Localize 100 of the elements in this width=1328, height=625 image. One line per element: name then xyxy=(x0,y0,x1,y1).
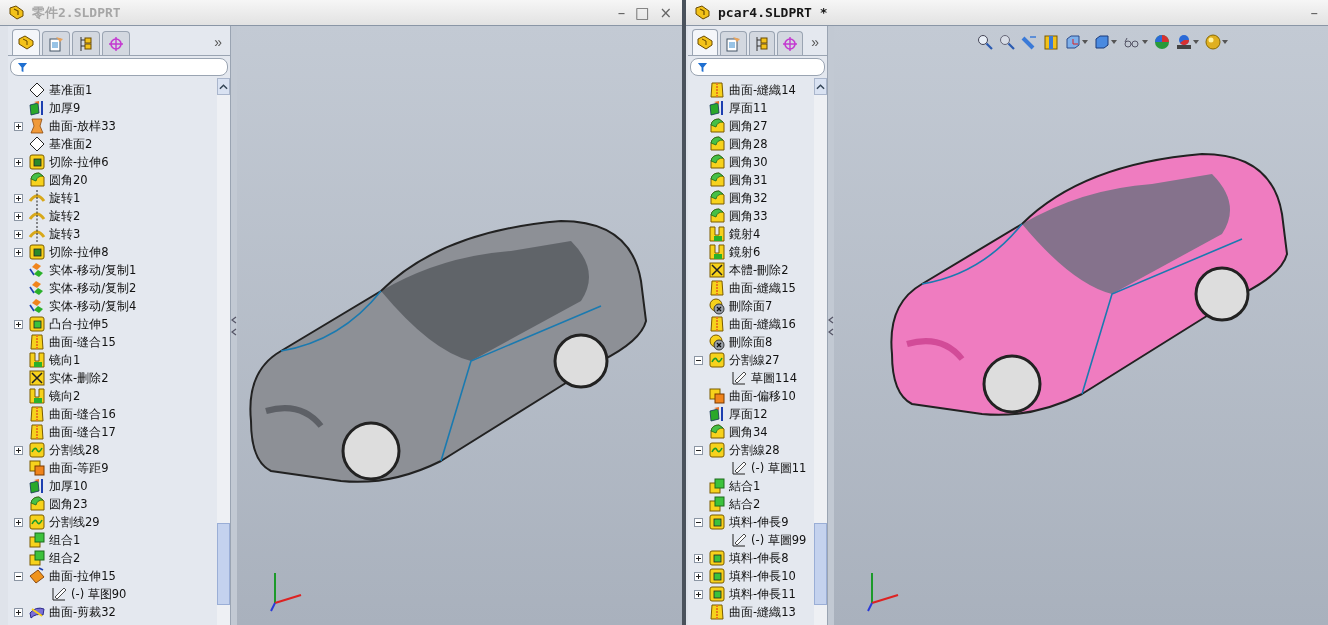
collapse-panel-icon[interactable] xyxy=(231,314,237,337)
tree-item[interactable]: 旋转1 xyxy=(49,190,81,206)
scene-icon[interactable] xyxy=(1176,34,1192,50)
previous-view-icon[interactable] xyxy=(1021,34,1037,50)
tree-item[interactable]: 分割線28 xyxy=(729,442,780,458)
expand-icon[interactable] xyxy=(14,121,23,131)
caret-icon[interactable] xyxy=(1142,40,1148,44)
more-tabs-button[interactable]: » xyxy=(210,34,226,55)
expand-icon[interactable] xyxy=(14,607,23,617)
tree-item[interactable]: 基准面2 xyxy=(49,136,93,152)
collapse-icon[interactable] xyxy=(694,355,703,365)
panel-tab[interactable] xyxy=(102,31,130,55)
tree-item[interactable]: 曲面-縫織16 xyxy=(729,316,796,332)
lighting-sphere-icon[interactable] xyxy=(1205,34,1221,50)
scrollbar[interactable] xyxy=(814,78,827,625)
tree-item[interactable]: 刪除面7 xyxy=(729,298,773,314)
tree-item[interactable]: 圆角23 xyxy=(49,496,88,512)
panel-tab[interactable] xyxy=(12,29,40,55)
tree-item[interactable]: (-) 草图90 xyxy=(71,586,127,602)
tree-item[interactable]: 厚面12 xyxy=(729,406,768,422)
tree-item[interactable]: 曲面-偏移10 xyxy=(729,388,796,404)
tree-item[interactable]: 結合2 xyxy=(729,496,761,512)
caret-icon[interactable] xyxy=(1082,40,1088,44)
window-control-button[interactable]: – xyxy=(1308,3,1320,22)
tree-item[interactable]: (-) 草圖99 xyxy=(751,532,807,548)
tree-item[interactable]: 填料-伸長9 xyxy=(729,514,789,530)
expand-icon[interactable] xyxy=(694,571,703,581)
tree-item[interactable]: 填料-伸長10 xyxy=(729,568,796,584)
caret-icon[interactable] xyxy=(1222,40,1228,44)
tree-item[interactable]: 镜向1 xyxy=(49,352,81,368)
tree-item[interactable]: 本體-刪除2 xyxy=(729,262,789,278)
scrollbar[interactable] xyxy=(217,78,230,625)
scrollbar-thumb[interactable] xyxy=(217,523,230,605)
tree-item[interactable]: 实体-移动/复制1 xyxy=(49,262,137,278)
tree-item[interactable]: 填料-伸長8 xyxy=(729,550,789,566)
expand-icon[interactable] xyxy=(694,589,703,599)
tree-item[interactable]: 圓角31 xyxy=(729,172,768,188)
expand-icon[interactable] xyxy=(14,229,23,239)
window-control-button[interactable]: □ xyxy=(633,3,652,22)
tree-item[interactable]: 加厚9 xyxy=(49,100,81,116)
tree-item[interactable]: 旋转2 xyxy=(49,208,81,224)
tree-item[interactable]: 镜向2 xyxy=(49,388,81,404)
expand-icon[interactable] xyxy=(14,157,23,167)
expand-icon[interactable] xyxy=(14,319,23,329)
tree-item[interactable]: 组合2 xyxy=(49,550,81,566)
tree-item[interactable]: 实体-移动/复制4 xyxy=(49,298,137,314)
expand-icon[interactable] xyxy=(14,517,23,527)
tree-item[interactable]: 圓角32 xyxy=(729,190,768,206)
expand-icon[interactable] xyxy=(14,445,23,455)
collapse-icon[interactable] xyxy=(14,571,23,581)
expand-icon[interactable] xyxy=(14,247,23,257)
filter-field[interactable] xyxy=(690,58,825,76)
tree-item[interactable]: 组合1 xyxy=(49,532,81,548)
tree-item[interactable]: 圓角27 xyxy=(729,118,768,134)
tree-item[interactable]: 曲面-縫織14 xyxy=(729,82,796,98)
expand-icon[interactable] xyxy=(694,553,703,563)
zoom-area-icon[interactable] xyxy=(999,34,1015,50)
expand-icon[interactable] xyxy=(14,211,23,221)
scroll-up-icon[interactable] xyxy=(816,83,825,90)
collapse-icon[interactable] xyxy=(694,445,703,455)
tree-item[interactable]: 曲面-拉伸15 xyxy=(49,568,116,584)
panel-tab[interactable] xyxy=(72,31,100,55)
tree-item[interactable]: 鏡射4 xyxy=(729,226,761,242)
tree-item[interactable]: 实体-删除2 xyxy=(49,370,109,386)
tree-item[interactable]: 分割线29 xyxy=(49,514,100,530)
tree-item[interactable]: 結合1 xyxy=(729,478,761,494)
tree-item[interactable]: 曲面-縫織15 xyxy=(729,280,796,296)
window-control-button[interactable]: – xyxy=(615,3,628,22)
window-control-button[interactable]: × xyxy=(657,3,674,22)
tree-item[interactable]: 草圖114 xyxy=(751,370,797,386)
tree-item[interactable]: 曲面-缝合15 xyxy=(49,334,116,350)
tree-item[interactable]: 实体-移动/复制2 xyxy=(49,280,137,296)
tree-item[interactable]: 加厚10 xyxy=(49,478,88,494)
panel-tab[interactable] xyxy=(692,29,719,55)
filter-field[interactable] xyxy=(10,58,228,76)
caret-icon[interactable] xyxy=(1111,40,1117,44)
display-style-icon[interactable] xyxy=(1094,34,1110,50)
collapse-icon[interactable] xyxy=(694,517,703,527)
tree-item[interactable]: 曲面-缝合16 xyxy=(49,406,116,422)
tree-item[interactable]: 厚面11 xyxy=(729,100,768,116)
tree-item[interactable]: 曲面-缝合17 xyxy=(49,424,116,440)
zoom-to-fit-icon[interactable] xyxy=(977,34,993,50)
tree-item[interactable]: 鏡射6 xyxy=(729,244,761,260)
view-orientation-icon[interactable] xyxy=(1065,34,1081,50)
scroll-up-icon[interactable] xyxy=(219,83,228,90)
tree-item[interactable]: 圓角34 xyxy=(729,424,768,440)
more-tabs-button[interactable]: » xyxy=(807,34,823,55)
tree-item[interactable]: 切除-拉伸6 xyxy=(49,154,109,170)
panel-tab[interactable] xyxy=(776,31,804,55)
tree-item[interactable]: 旋转3 xyxy=(49,226,81,242)
panel-tab[interactable] xyxy=(748,31,775,55)
appearance-sphere-icon[interactable] xyxy=(1154,34,1170,50)
tree-item[interactable]: 曲面-等距9 xyxy=(49,460,109,476)
tree-item[interactable]: 圆角20 xyxy=(49,172,88,188)
tree-item[interactable]: 填料-伸長11 xyxy=(729,586,796,602)
tree-item[interactable]: 曲面-縫織13 xyxy=(729,604,796,620)
panel-tab[interactable] xyxy=(720,31,747,55)
tree-item[interactable]: 基准面1 xyxy=(49,82,93,98)
tree-item[interactable]: 分割线28 xyxy=(49,442,100,458)
scrollbar-thumb[interactable] xyxy=(814,523,827,605)
